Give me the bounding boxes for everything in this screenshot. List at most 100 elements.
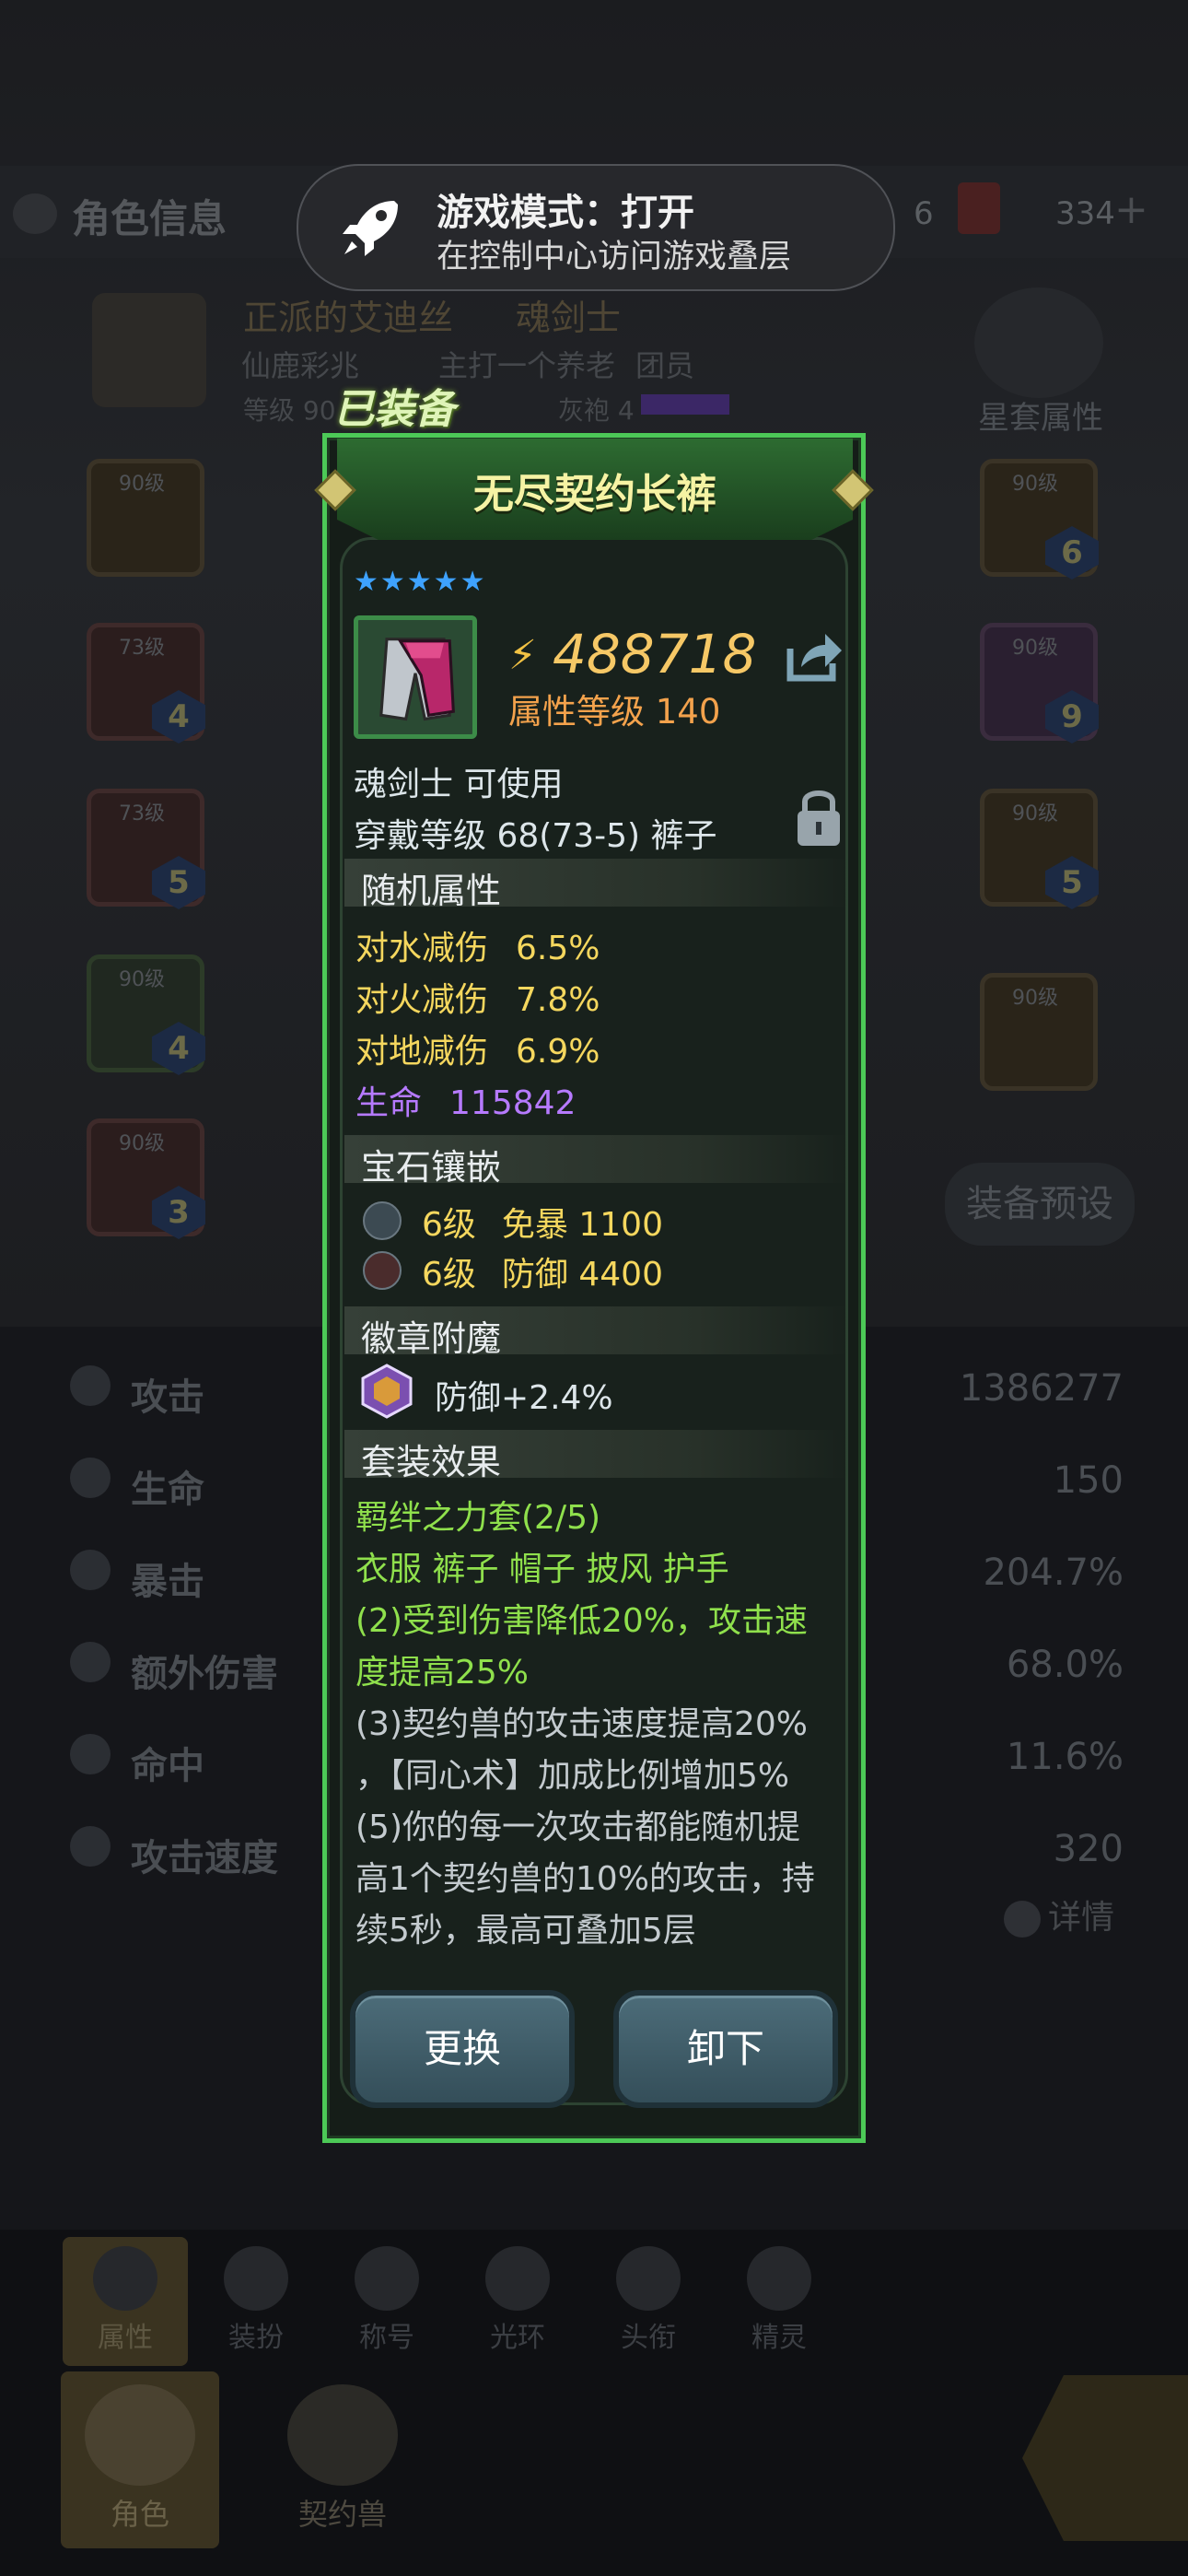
guild-role: 团员 [635,348,695,383]
tab-attributes[interactable]: 属性 [63,2237,188,2366]
gem-defense-icon [363,1251,402,1290]
attack-icon [70,1365,111,1406]
section-random-attrs: 随机属性 [344,859,849,911]
equip-slot-right-3[interactable]: 90级 5 [980,789,1099,909]
set-effect-line: (5)你的每一次攻击都能随机提 [355,1809,800,1846]
equip-slot-right-1[interactable]: 90级 6 [980,459,1099,580]
char-class: 魂剑士 [516,298,622,338]
info-icon [1004,1901,1041,1938]
preset-button[interactable]: 装备预设 [945,1163,1135,1246]
gem-crit-resist-icon [363,1201,402,1240]
character-icon [85,2384,195,2486]
equip-slot-left-5[interactable]: 90级 3 [87,1118,205,1239]
extra-damage-icon [70,1642,111,1682]
equip-slot-right-4[interactable]: 90级 [980,973,1098,1091]
set-attr-emblem-icon[interactable] [974,287,1103,398]
section-random-attrs-title: 随机属性 [361,871,502,911]
back-icon[interactable] [13,193,57,234]
notification-subtitle: 在控制中心访问游戏叠层 [437,239,792,275]
equipped-tag: 已装备 [333,386,455,433]
section-set: 套装效果 [344,1430,849,1482]
power-icon: ⚡ [508,632,537,679]
set-effect-line: 度提高25% [355,1654,530,1692]
game-mode-notification[interactable]: 游戏模式：打开 在控制中心访问游戏叠层 [297,164,895,291]
badge-hexagon-icon [361,1364,413,1419]
set-effect-line: 高1个契约兽的10%的攻击，持 [355,1860,815,1898]
item-stars: ★★★★★ [354,566,487,598]
tab-spirit[interactable]: 精灵 [716,2237,842,2366]
section-badge: 徽章附魔 [344,1306,849,1359]
equip-slot-left-3[interactable]: 73级 5 [87,789,205,909]
random-attr-row: 对水减伤 6.5% [355,930,600,967]
header-title: 角色信息 [72,196,227,241]
share-icon[interactable] [785,628,844,684]
speed-icon [70,1826,111,1867]
spirit-icon [747,2246,811,2311]
currency-left: 6 [914,195,934,232]
set-effect-line: (3)契约兽的攻击速度提高20% [355,1705,809,1743]
slot-gem-badge: 5 [152,856,205,909]
tab-outfit[interactable]: 装扮 [193,2237,319,2366]
tab-halo[interactable]: 光环 [455,2237,580,2366]
usable-by: 魂剑士 可使用 [354,766,564,803]
crown-icon [355,2246,419,2311]
random-attr-row: 对火减伤 7.8% [355,981,600,1019]
item-icon-frame [354,615,477,739]
rank-bar [641,394,729,415]
section-gems-title: 宝石镶嵌 [361,1147,502,1188]
person-icon [93,2246,157,2311]
section-gems: 宝石镶嵌 [344,1135,849,1188]
slot-gem-badge: 6 [1045,526,1099,580]
set-effect-line: ，【同心术】加成比例增加5% [355,1757,790,1795]
set-effect-line: (2)受到伤害降低20%，攻击速 [355,1602,809,1640]
equip-slot-left-4[interactable]: 90级 4 [87,954,205,1075]
details-link-label: 详情 [1048,1899,1115,1937]
equip-slot-left-2[interactable]: 73级 4 [87,623,205,744]
section-badge-title: 徽章附魔 [361,1318,502,1359]
slot-gem-badge: 4 [152,1022,205,1075]
gem-row: 6级 防御 4400 [422,1256,663,1294]
hanger-icon [224,2246,288,2311]
gold-ticket-icon [958,182,1000,234]
set-effect-line: 续5秒，最高可叠加5层 [355,1912,696,1950]
item-attr-level: 属性等级 140 [508,692,721,732]
crit-icon [70,1550,111,1590]
lock-icon[interactable] [794,785,844,848]
halo-icon [485,2246,550,2311]
paw-icon [287,2384,398,2486]
equip-slot-left-1[interactable]: 90级 [87,459,204,577]
gem-row: 6级 免暴 1100 [422,1206,663,1244]
item-power: 488718 [553,623,757,685]
details-link[interactable]: 详情 [1004,1891,1114,1938]
level-label: 等级 90 [243,395,336,426]
add-currency-icon[interactable]: + [1114,190,1155,230]
equip-slot-right-2[interactable]: 90级 9 [980,623,1099,744]
notification-title: 游戏模式：打开 [437,192,694,234]
slot-gem-badge: 5 [1045,856,1099,909]
set-pieces: 衣服 裤子 帽子 披风 护手 [355,1551,729,1588]
item-name: 无尽契约长裤 [473,471,716,518]
slot-gem-badge: 9 [1045,690,1099,744]
helmet-icon [616,2246,681,2311]
slot-gem-badge: 3 [152,1186,205,1239]
section-set-title: 套装效果 [361,1442,502,1482]
life-attr-row: 生命 115842 [355,1084,577,1122]
rocket-icon [343,201,398,256]
nav-pet[interactable]: 契约兽 [263,2371,422,2548]
rank-label: 灰袍 4 [558,395,635,426]
tab-rank[interactable]: 头衔 [586,2237,711,2366]
slot-gem-badge: 4 [152,690,205,744]
set-name: 羁绊之力套(2/5) [355,1499,601,1537]
tab-title[interactable]: 称号 [324,2237,449,2366]
guild-motto: 主打一个养老 [438,348,616,383]
set-attr-button[interactable]: 星套属性 [978,392,1103,438]
nav-character[interactable]: 角色 [61,2371,219,2548]
replace-button[interactable]: 更换 [350,1990,575,2108]
random-attr-row: 对地减伤 6.9% [355,1033,600,1071]
target-icon [70,1734,111,1774]
pants-icon [379,638,455,721]
avatar [92,293,206,407]
unequip-button[interactable]: 卸下 [613,1990,838,2108]
currency-right: 334 [1055,195,1115,232]
char-name: 正派的艾迪丝 [243,298,454,338]
